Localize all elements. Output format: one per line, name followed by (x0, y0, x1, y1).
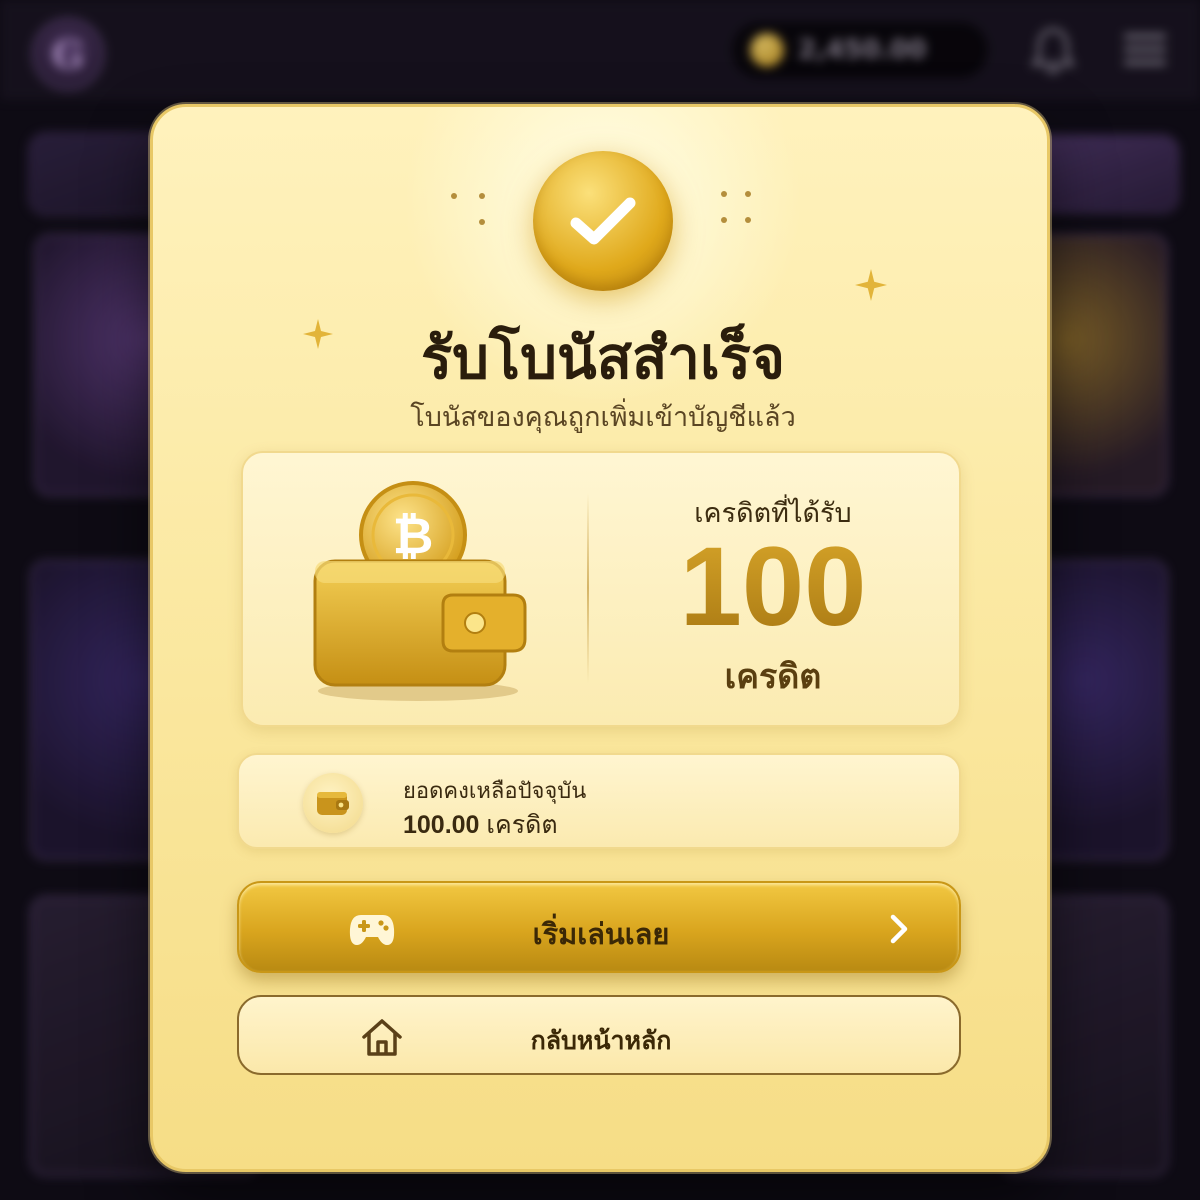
divider (587, 493, 589, 683)
menu-icon[interactable] (1122, 32, 1168, 68)
current-balance-unit: เครดิต (486, 811, 558, 839)
current-balance-value: 100.00 เครดิต (403, 805, 558, 845)
bell-icon[interactable] (1030, 26, 1076, 76)
modal-subtitle: โบนัสของคุณถูกเพิ่มเข้าบัญชีแล้ว (410, 402, 796, 432)
decor-dots-right (715, 191, 755, 231)
modal-title: รับโบนัสสำเร็จ (421, 326, 785, 391)
start-playing-button[interactable]: เริ่มเล่นเลย (237, 881, 961, 973)
back-to-home-label: กลับหน้าหลัก (530, 1027, 672, 1055)
current-balance-card: ยอดคงเหลือปัจจุบัน 100.00 เครดิต (237, 753, 961, 849)
credit-received-card: ₿ เครดิตที่ได้รับ 100 เครดิต (241, 451, 961, 727)
logo: G (32, 18, 104, 90)
coin-icon (750, 33, 784, 67)
brand-name (130, 38, 270, 66)
bonus-success-modal: รับโบนัสสำเร็จ โบนัสของคุณถูกเพิ่มเข้าบั… (150, 104, 1050, 1172)
balance-amount: 2,450.00 (798, 35, 927, 65)
current-balance-amount: 100.00 (403, 811, 480, 839)
wallet-bitcoin-icon: ₿ (313, 481, 527, 701)
chevron-right-icon (890, 914, 908, 944)
credit-received-unit: เครดิต (724, 658, 822, 696)
back-to-home-button[interactable]: กลับหน้าหลัก (237, 995, 961, 1075)
credit-received-amount: 100 (613, 527, 933, 647)
current-balance-label: ยอดคงเหลือปัจจุบัน (403, 778, 587, 803)
start-playing-label: เริ่มเล่นเลย (532, 919, 670, 951)
balance-pill[interactable]: 2,450.00 (732, 22, 988, 78)
decor-dots-left (451, 193, 491, 233)
check-icon (570, 197, 636, 245)
svg-text:₿: ₿ (393, 507, 434, 565)
sparkle-icon (855, 269, 887, 301)
success-check-badge (533, 151, 673, 291)
top-bar: G 2,450.00 (0, 0, 1200, 100)
wallet-icon (303, 773, 363, 833)
